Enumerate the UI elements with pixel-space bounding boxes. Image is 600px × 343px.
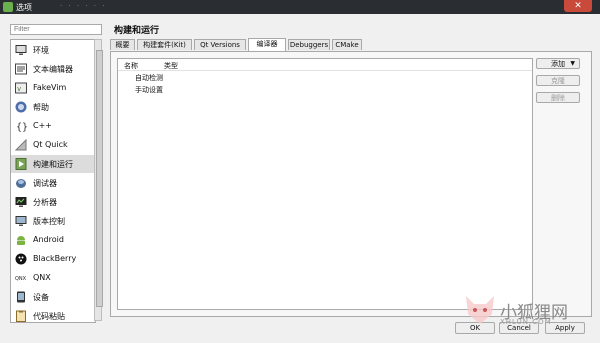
tab-kits[interactable]: 构建套件(Kit) [137, 39, 192, 50]
sidebar-item-blackberry[interactable]: BlackBerry [11, 250, 95, 268]
qnx-icon: QNX [15, 276, 27, 282]
tab-cmake[interactable]: CMake [332, 39, 362, 50]
help-icon [15, 101, 27, 113]
sidebar-item-android[interactable]: Android [11, 231, 95, 249]
fox-logo-watermark [466, 296, 494, 324]
sidebar-item-label: 分析器 [33, 198, 57, 207]
remove-button[interactable]: 删除 [536, 92, 580, 103]
code-paste-icon [16, 310, 26, 322]
tab-debuggers[interactable]: Debuggers [288, 39, 330, 50]
options-window: 选项 · · · · · · ✕ 环境 文本编辑器 v FakeVim 帮助 {… [0, 0, 600, 343]
sidebar-item-label: QNX [33, 273, 51, 282]
window-title: 选项 [16, 3, 32, 12]
sidebar-item-label: 调试器 [33, 179, 57, 188]
sidebar-item-analyzer[interactable]: 分析器 [11, 193, 95, 211]
monitor-icon [15, 45, 27, 55]
sidebar-item-label: 帮助 [33, 103, 49, 112]
sidebar-item-help[interactable]: 帮助 [11, 98, 95, 116]
svg-text:{}: {} [16, 122, 27, 132]
sidebar-item-cpp[interactable]: {} C++ [11, 117, 95, 135]
sidebar-item-device[interactable]: 设备 [11, 288, 95, 306]
tab-qt-versions[interactable]: Qt Versions [194, 39, 246, 50]
sidebar-scrollbar[interactable] [94, 39, 103, 321]
sidebar-item-label: BlackBerry [33, 254, 77, 263]
fakevim-icon: v [15, 82, 27, 94]
app-icon [3, 2, 13, 12]
sidebar-item-version-control[interactable]: 版本控制 [11, 212, 95, 230]
compilers-panel: 名称 类型 自动检测 手动设置 [110, 51, 592, 317]
background-menu-strip: · · · · · · [60, 2, 107, 10]
tree-row-manual[interactable]: 手动设置 [135, 85, 163, 95]
blackberry-icon [15, 253, 27, 265]
debugger-icon [16, 179, 26, 188]
column-header-type[interactable]: 类型 [164, 61, 178, 71]
sidebar-item-label: Android [33, 235, 64, 244]
sidebar-item-label: 代码粘贴 [33, 312, 65, 321]
add-button[interactable]: 添加 ▼ [536, 58, 580, 69]
watermark-url: XHLUN.COM [500, 318, 552, 326]
sidebar-item-qnx[interactable]: QNX QNX [11, 269, 95, 287]
sidebar-item-debugger[interactable]: 调试器 [11, 174, 95, 192]
sidebar-item-qt-quick[interactable]: Qt Quick [11, 136, 95, 154]
sidebar-item-label: 设备 [33, 293, 49, 302]
sidebar-item-label: Qt Quick [33, 140, 68, 149]
sidebar-item-code-paste[interactable]: 代码粘贴 [11, 307, 95, 322]
clone-button[interactable]: 克隆 [536, 75, 580, 86]
sidebar-item-label: FakeVim [33, 83, 67, 92]
tree-row-auto-detected[interactable]: 自动检测 [135, 73, 163, 83]
svg-text:v: v [17, 85, 21, 93]
qt-quick-icon [15, 139, 27, 151]
tree-header: 名称 类型 [118, 59, 532, 71]
category-list: 环境 文本编辑器 v FakeVim 帮助 {} C++ Qt Quick 构建… [10, 39, 96, 323]
android-icon [17, 236, 25, 245]
page-title: 构建和运行 [114, 26, 160, 36]
sidebar-item-label: 文本编辑器 [33, 65, 73, 74]
filter-input[interactable] [10, 24, 102, 35]
sidebar-scrollbar-thumb[interactable] [96, 50, 103, 307]
add-button-label: 添加 [551, 60, 565, 68]
text-editor-icon [15, 63, 27, 75]
title-bar: 选项 · · · · · · ✕ [0, 0, 600, 14]
sidebar-item-environment[interactable]: 环境 [11, 41, 95, 59]
tab-compilers[interactable]: 编译器 [248, 38, 286, 51]
chevron-down-icon: ▼ [570, 60, 575, 67]
column-header-name[interactable]: 名称 [124, 61, 138, 71]
version-control-icon [15, 216, 27, 226]
close-button[interactable]: ✕ [564, 0, 592, 12]
sidebar-item-label: 环境 [33, 46, 49, 55]
build-run-icon [15, 158, 27, 170]
analyzer-icon [15, 197, 27, 207]
sidebar-item-build-run[interactable]: 构建和运行 [11, 155, 95, 173]
sidebar-item-label: 构建和运行 [33, 160, 73, 169]
sidebar-item-label: C++ [33, 121, 52, 130]
device-icon [17, 291, 25, 303]
sidebar-item-text-editor[interactable]: 文本编辑器 [11, 60, 95, 78]
svg-text:QNX: QNX [15, 276, 27, 282]
tab-overview[interactable]: 概要 [110, 39, 135, 50]
cpp-braces-icon: {} [16, 122, 27, 132]
sidebar-item-fakevim[interactable]: v FakeVim [11, 79, 95, 97]
sidebar-item-label: 版本控制 [33, 217, 65, 226]
compiler-tree[interactable]: 名称 类型 自动检测 手动设置 [117, 58, 533, 310]
